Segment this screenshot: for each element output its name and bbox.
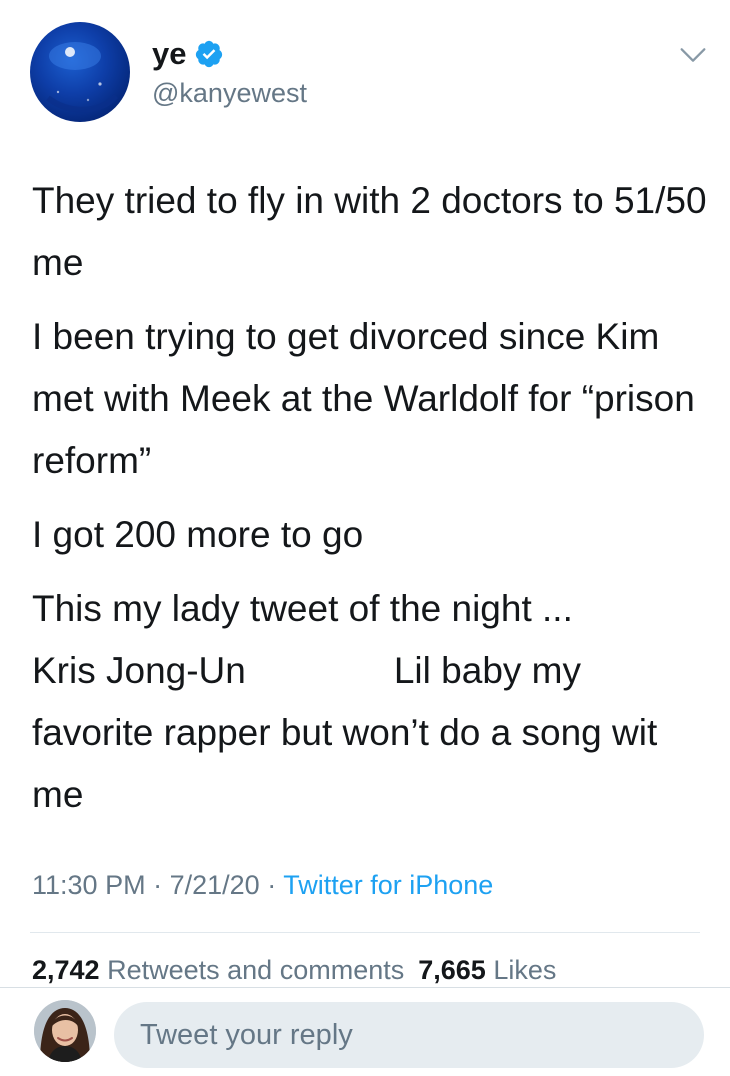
- tweet-source-link[interactable]: Twitter for iPhone: [283, 870, 493, 900]
- likes-stat[interactable]: 7,665 Likes: [418, 955, 556, 985]
- retweets-stat[interactable]: 2,742 Retweets and comments: [32, 955, 404, 985]
- tweet-detail: ye @kanyewest They tried to fly in with …: [0, 0, 730, 1076]
- tweet-stats: 2,742 Retweets and comments 7,665 Likes: [32, 955, 556, 986]
- tweet-paragraph: This my lady tweet of the night ... Kris…: [32, 578, 712, 826]
- divider: [30, 932, 700, 933]
- retweets-label: Retweets and comments: [107, 955, 405, 985]
- chevron-down-icon[interactable]: [676, 38, 710, 72]
- author-name-row: ye: [152, 36, 224, 72]
- tweet-meta: 11:30 PM · 7/21/20 · Twitter for iPhone: [32, 870, 493, 901]
- divider: [0, 987, 730, 988]
- user-avatar[interactable]: [34, 1000, 96, 1062]
- tweet-date[interactable]: 7/21/20: [170, 870, 260, 900]
- tweet-paragraph: I got 200 more to go: [32, 514, 364, 555]
- likes-count: 7,665: [418, 955, 486, 985]
- tweet-paragraph: They tried to fly in with 2 doctors to 5…: [32, 180, 707, 283]
- reply-input[interactable]: [114, 1002, 704, 1068]
- author-handle[interactable]: @kanyewest: [152, 78, 307, 109]
- verified-badge-icon: [196, 40, 223, 68]
- author-display-name[interactable]: ye: [152, 36, 186, 72]
- user-avatar-icon: [34, 1000, 96, 1062]
- meta-separator: ·: [153, 870, 163, 900]
- likes-label: Likes: [493, 955, 557, 985]
- tweet-text-segment: Kris Jong-Un: [32, 650, 246, 691]
- tweet-line: This my lady tweet of the night ...: [32, 588, 573, 629]
- meta-separator: ·: [267, 870, 277, 900]
- blue-orb-avatar-icon: [46, 42, 119, 113]
- tweet-paragraph: I been trying to get divorced since Kim …: [32, 316, 695, 481]
- retweets-count: 2,742: [32, 955, 100, 985]
- tweet-time[interactable]: 11:30 PM: [32, 870, 146, 900]
- author-avatar[interactable]: [30, 22, 130, 122]
- tweet-text: They tried to fly in with 2 doctors to 5…: [32, 170, 712, 826]
